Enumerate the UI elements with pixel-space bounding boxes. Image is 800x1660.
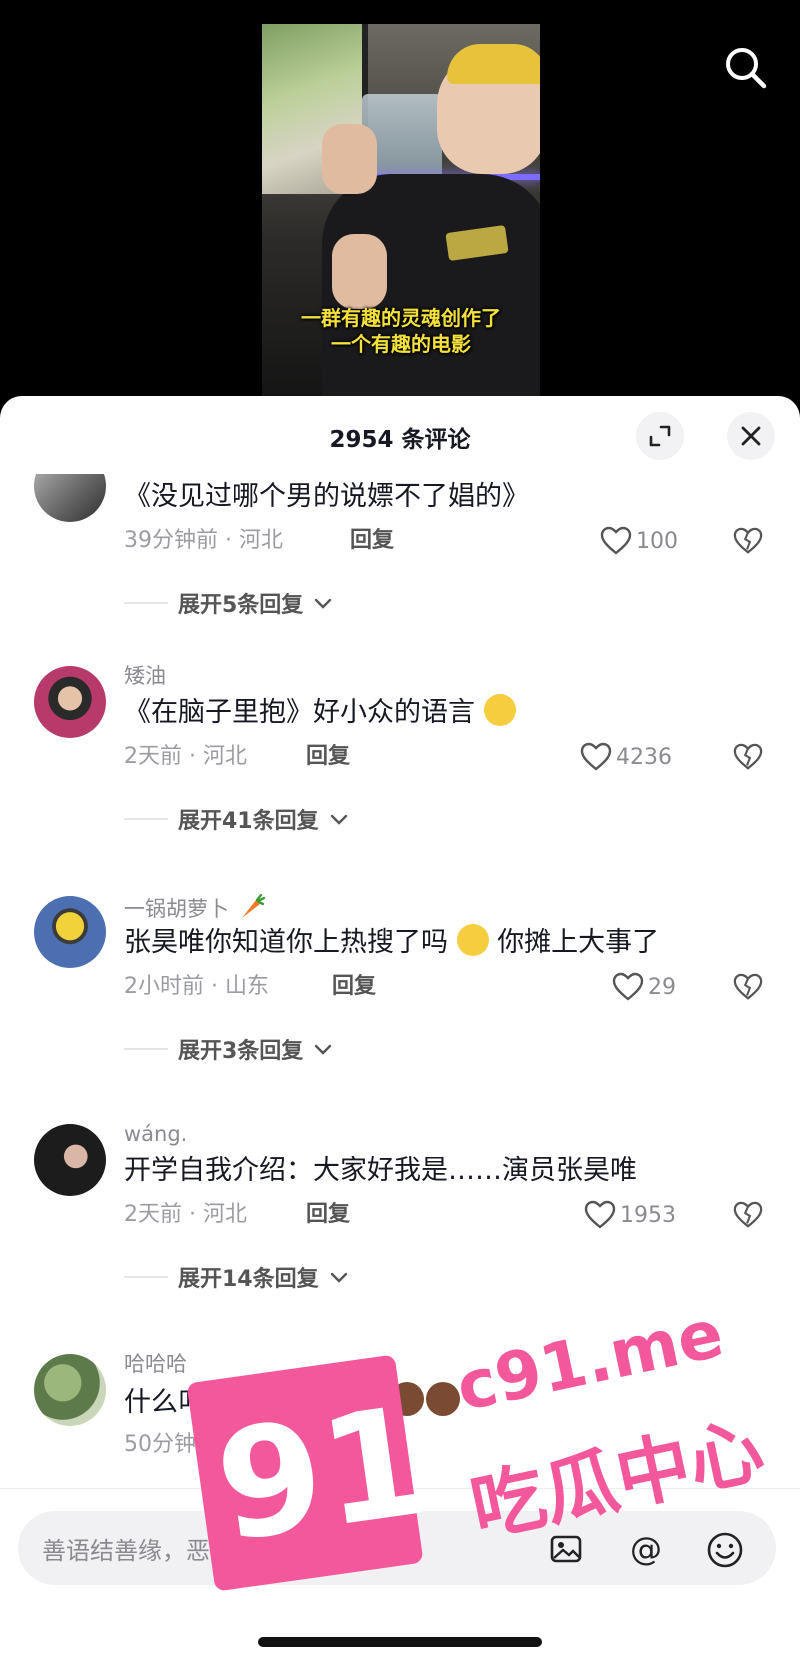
heart-icon bbox=[600, 526, 632, 555]
comment-text-part2: 你摊上大事了 bbox=[497, 927, 660, 958]
comment-username[interactable]: 矮油 bbox=[124, 662, 166, 690]
raised-hand bbox=[322, 124, 377, 194]
divider-line bbox=[124, 818, 168, 820]
angry-pig-emoji-icon bbox=[353, 1382, 388, 1416]
expand-replies-label: 展开14条回复 bbox=[178, 1267, 319, 1292]
comment-input[interactable]: 善语结善缘，恶言伤人心 @ bbox=[18, 1511, 776, 1585]
heart-icon bbox=[584, 1200, 616, 1229]
heart-icon bbox=[612, 972, 644, 1001]
expand-replies-label: 展开3条回复 bbox=[178, 1039, 304, 1064]
carrot-emoji-icon bbox=[241, 893, 265, 918]
comment-text: 开学自我介绍：大家好我是……演员张昊唯 bbox=[124, 1155, 637, 1186]
angry-pig-emoji-icon bbox=[425, 1382, 460, 1416]
expand-replies-button[interactable]: 展开14条回复 bbox=[124, 1262, 349, 1292]
video-frame[interactable] bbox=[262, 24, 540, 424]
comment-username[interactable]: wáng. bbox=[124, 1120, 187, 1148]
broken-heart-icon[interactable] bbox=[733, 1200, 763, 1230]
avatar[interactable] bbox=[34, 1124, 106, 1196]
comment-username[interactable]: 哈哈哈 bbox=[124, 1350, 187, 1378]
search-icon bbox=[726, 48, 767, 89]
like-button[interactable]: 100 bbox=[600, 524, 678, 558]
thumbs-up-hand bbox=[332, 234, 387, 309]
comment-time-location: 2小时前 · 山东 bbox=[124, 974, 269, 999]
expand-replies-button[interactable]: 展开3条回复 bbox=[124, 1034, 333, 1064]
comment-text-body: 《在脑子里抱》好小众的语言 bbox=[124, 697, 475, 728]
broken-heart-icon[interactable] bbox=[733, 742, 763, 772]
comment-text: 什么叫男人pc正常 bbox=[124, 1382, 462, 1422]
smirk-emoji-icon bbox=[456, 924, 489, 956]
comments-sheet: 2954 条评论 房房 《没见过哪个男的说嫖不了娼的》 39分钟前 · 河北 回… bbox=[0, 396, 800, 1660]
avatar[interactable] bbox=[34, 1354, 106, 1426]
comment-text: 《在脑子里抱》好小众的语言 bbox=[124, 694, 516, 732]
avatar[interactable] bbox=[34, 666, 106, 738]
comment-item: 矮油 《在脑子里抱》好小众的语言 2天前 · 河北 回复 4236 展开41条回… bbox=[0, 662, 800, 834]
like-count: 4236 bbox=[616, 744, 672, 770]
expand-replies-button[interactable]: 展开41条回复 bbox=[124, 804, 349, 834]
divider-line bbox=[124, 1276, 168, 1278]
comment-time-location: 39分钟前 · 河北 bbox=[124, 528, 283, 553]
comments-header: 2954 条评论 bbox=[0, 396, 800, 476]
heart-icon bbox=[580, 742, 612, 771]
video-subtitle: 一群有趣的灵魂创作了 一个有趣的电影 bbox=[262, 305, 540, 357]
comment-username[interactable]: 一锅胡萝卜 bbox=[124, 892, 266, 923]
yellow-cap bbox=[447, 44, 540, 84]
mention-button[interactable]: @ bbox=[628, 1531, 664, 1567]
image-button[interactable] bbox=[548, 1531, 584, 1567]
close-button[interactable] bbox=[727, 412, 775, 460]
comment-time-location: 2天前 · 河北 bbox=[124, 1202, 247, 1227]
comment-time-location: 2天前 · 河北 bbox=[124, 744, 247, 769]
angry-pig-emoji-icon bbox=[389, 1382, 424, 1416]
expand-icon bbox=[649, 425, 671, 447]
comment-input-bar: 善语结善缘，恶言伤人心 @ bbox=[0, 1488, 800, 1660]
divider-line bbox=[124, 602, 168, 604]
comment-item: 一锅胡萝卜 张昊唯你知道你上热搜了吗 你摊上大事了 2小时前 · 山东 回复 2… bbox=[0, 892, 800, 1064]
expand-replies-label: 展开41条回复 bbox=[178, 809, 319, 834]
divider-line bbox=[124, 1048, 168, 1050]
username-text: 一锅胡萝卜 bbox=[124, 897, 229, 921]
like-count: 1953 bbox=[620, 1202, 676, 1228]
home-indicator[interactable] bbox=[258, 1637, 542, 1647]
like-button[interactable]: 29 bbox=[612, 970, 676, 1004]
avatar[interactable] bbox=[34, 896, 106, 968]
image-icon bbox=[550, 1535, 582, 1563]
reply-button[interactable]: 回复 bbox=[350, 1430, 394, 1460]
comment-item: 哈哈哈 什么叫男人pc正常 50分钟前 · 江苏 回复 bbox=[0, 1350, 800, 1488]
like-count: 100 bbox=[636, 528, 678, 554]
avatar[interactable] bbox=[34, 474, 106, 522]
close-icon bbox=[741, 426, 761, 446]
emoji-button[interactable] bbox=[706, 1531, 743, 1568]
comment-time-location: 50分钟前 · 江苏 bbox=[124, 1432, 283, 1457]
reply-button[interactable]: 回复 bbox=[306, 1200, 350, 1230]
chevron-down-icon bbox=[330, 814, 347, 825]
broken-heart-icon[interactable] bbox=[733, 972, 763, 1002]
comment-item: wáng. 开学自我介绍：大家好我是……演员张昊唯 2天前 · 河北 回复 19… bbox=[0, 1120, 800, 1292]
comment-item: 房房 《没见过哪个男的说嫖不了娼的》 39分钟前 · 河北 回复 100 展开5… bbox=[0, 474, 800, 618]
comment-text: 《没见过哪个男的说嫖不了娼的》 bbox=[124, 481, 529, 512]
like-count: 29 bbox=[648, 974, 676, 1000]
reply-button[interactable]: 回复 bbox=[306, 742, 350, 772]
comment-text-part1: 张昊唯你知道你上热搜了吗 bbox=[124, 927, 448, 958]
comment-text: 张昊唯你知道你上热搜了吗 你摊上大事了 bbox=[124, 924, 659, 962]
like-button[interactable]: 1953 bbox=[584, 1198, 676, 1232]
chevron-down-icon bbox=[315, 598, 332, 609]
chevron-down-icon bbox=[315, 1044, 332, 1055]
subtitle-line-2: 一个有趣的电影 bbox=[331, 332, 471, 356]
reply-button[interactable]: 回复 bbox=[350, 526, 394, 556]
dizzy-smile-emoji-icon bbox=[483, 694, 516, 726]
expand-replies-button[interactable]: 展开5条回复 bbox=[124, 588, 333, 618]
subtitle-line-1: 一群有趣的灵魂创作了 bbox=[301, 306, 501, 330]
comment-input-placeholder: 善语结善缘，恶言伤人心 bbox=[42, 1537, 306, 1565]
video-player[interactable]: 一群有趣的灵魂创作了 一个有趣的电影 bbox=[0, 0, 800, 424]
comments-list[interactable]: 房房 《没见过哪个男的说嫖不了娼的》 39分钟前 · 河北 回复 100 展开5… bbox=[0, 474, 800, 1488]
expand-button[interactable] bbox=[636, 412, 684, 460]
chevron-down-icon bbox=[330, 1272, 347, 1283]
expand-replies-label: 展开5条回复 bbox=[178, 593, 304, 618]
emoji-icon bbox=[707, 1532, 743, 1568]
reply-button[interactable]: 回复 bbox=[332, 972, 376, 1002]
comment-text-body: 什么叫男人pc正常 bbox=[124, 1387, 345, 1418]
like-button[interactable]: 4236 bbox=[580, 740, 672, 774]
search-button[interactable] bbox=[720, 42, 772, 94]
broken-heart-icon[interactable] bbox=[733, 526, 763, 556]
